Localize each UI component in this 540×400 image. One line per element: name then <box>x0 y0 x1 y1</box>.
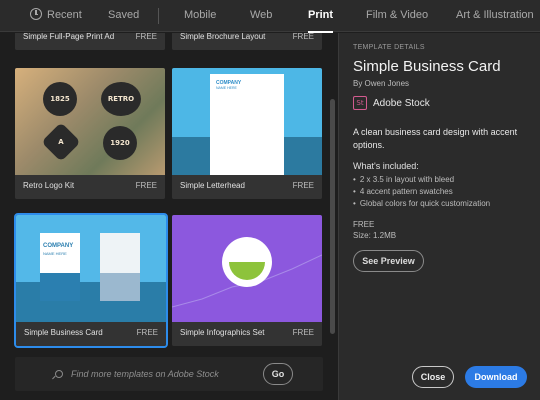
card-price: FREE <box>292 33 314 41</box>
details-author: By Owen Jones <box>353 79 410 88</box>
infographic-circle <box>222 237 272 287</box>
tab-print[interactable]: Print <box>308 0 334 33</box>
business-card-back <box>100 233 140 301</box>
business-card-front: COMPANY NAME HERE <box>40 233 80 301</box>
card-caption: Simple Letterhead FREE <box>172 175 322 199</box>
tab-recent[interactable]: Recent <box>30 0 82 32</box>
infographic-fill <box>229 262 265 280</box>
close-button[interactable]: Close <box>412 366 454 388</box>
logo-badge-text: RETRO <box>107 95 135 103</box>
thumb-band <box>16 282 166 322</box>
adobe-stock-logo-text: St <box>356 99 364 107</box>
thumb-subheading: NAME HERE <box>43 251 67 256</box>
details-included-list: 2 x 3.5 in layout with bleed 4 accent pa… <box>353 174 490 210</box>
tab-web[interactable]: Web <box>250 0 272 32</box>
scroll-thumb[interactable] <box>330 99 335 334</box>
card-caption: Simple Brochure Layout FREE <box>172 33 322 50</box>
card-price: FREE <box>292 181 314 190</box>
details-title: Simple Business Card <box>353 58 501 75</box>
logo-badge-text: A <box>58 138 64 146</box>
template-card-print-ad[interactable]: Simple Full-Page Print Ad FREE <box>15 33 165 50</box>
tab-saved-label: Saved <box>108 9 140 21</box>
search-icon <box>55 370 63 378</box>
details-included-title: What's included: <box>353 161 419 171</box>
list-item: 4 accent pattern swatches <box>353 186 490 198</box>
category-tab-bar: Recent Saved Mobile Web Print Film & Vid… <box>0 0 540 33</box>
tab-mobile-label: Mobile <box>184 9 217 21</box>
card-price: FREE <box>135 33 157 41</box>
clock-icon <box>30 8 42 20</box>
thumb-heading: COMPANY <box>43 243 74 249</box>
tab-art-illustration[interactable]: Art & Illustration <box>456 0 534 32</box>
list-item: Global colors for quick customization <box>353 198 490 210</box>
card-price: FREE <box>292 328 314 337</box>
tab-saved[interactable]: Saved <box>108 0 139 32</box>
logo-badge: A <box>41 122 81 162</box>
card-title: Simple Infographics Set <box>180 328 265 337</box>
go-button[interactable]: Go <box>263 363 293 385</box>
business-card-stripe <box>40 273 80 301</box>
card-price: FREE <box>136 328 158 337</box>
details-price: FREE <box>353 220 375 229</box>
tab-divider <box>158 8 159 24</box>
logo-badge: 1920 <box>103 126 137 160</box>
letterhead-paper: COMPANY NAME HERE <box>210 74 284 175</box>
template-thumbnail: COMPANY NAME HERE <box>172 68 322 175</box>
tab-film-video-label: Film & Video <box>366 9 429 21</box>
see-preview-button[interactable]: See Preview <box>353 250 424 272</box>
details-size: Size: 1.2MB <box>353 231 397 240</box>
template-thumbnail <box>172 215 322 322</box>
grid-scrollbar[interactable] <box>328 33 338 400</box>
card-price: FREE <box>135 181 157 190</box>
card-caption: Simple Full-Page Print Ad FREE <box>15 33 165 50</box>
template-grid: Simple Full-Page Print Ad FREE Simple Br… <box>0 33 338 400</box>
logo-badge-text: 1825 <box>50 95 70 103</box>
details-description: A clean business card design with accent… <box>353 127 518 150</box>
adobe-stock-icon: St <box>353 96 367 110</box>
template-thumbnail: COMPANY NAME HERE <box>16 215 166 322</box>
template-card-infographics[interactable]: Simple Infographics Set FREE <box>172 215 322 346</box>
list-item: 2 x 3.5 in layout with bleed <box>353 174 490 186</box>
template-card-retro-logo-kit[interactable]: 1825 RETRO A 1920 Retro Logo Kit FREE <box>15 68 165 199</box>
tab-print-label: Print <box>308 9 334 21</box>
download-button[interactable]: Download <box>465 366 527 388</box>
template-card-business-card[interactable]: COMPANY NAME HERE Simple Business Card F… <box>14 213 168 348</box>
card-title: Simple Letterhead <box>180 181 245 190</box>
template-thumbnail: 1825 RETRO A 1920 <box>15 68 165 175</box>
search-input[interactable] <box>71 365 246 383</box>
tab-mobile[interactable]: Mobile <box>184 0 216 32</box>
details-stock-name: Adobe Stock <box>373 98 430 109</box>
template-card-brochure[interactable]: Simple Brochure Layout FREE <box>172 33 322 50</box>
tab-art-illustration-label: Art & Illustration <box>456 9 534 21</box>
details-section-label: TEMPLATE DETAILS <box>353 44 425 51</box>
tab-recent-label: Recent <box>47 9 82 21</box>
logo-badge: RETRO <box>101 82 141 116</box>
tab-film-video[interactable]: Film & Video <box>366 0 428 32</box>
card-title: Simple Full-Page Print Ad <box>23 33 115 41</box>
thumb-subheading: NAME HERE <box>216 86 237 90</box>
stock-search-bar: Go <box>15 357 323 391</box>
logo-badge: 1825 <box>43 82 77 116</box>
business-card-stripe <box>100 273 140 301</box>
card-caption: Simple Business Card FREE <box>16 322 166 346</box>
card-caption: Simple Infographics Set FREE <box>172 322 322 346</box>
card-title: Retro Logo Kit <box>23 181 75 190</box>
logo-badge-text: 1920 <box>110 139 130 147</box>
card-caption: Retro Logo Kit FREE <box>15 175 165 199</box>
template-card-letterhead[interactable]: COMPANY NAME HERE Simple Letterhead FREE <box>172 68 322 199</box>
template-details-panel: TEMPLATE DETAILS Simple Business Card By… <box>338 33 540 400</box>
tab-web-label: Web <box>250 9 273 21</box>
card-title: Simple Business Card <box>24 328 103 337</box>
card-title: Simple Brochure Layout <box>180 33 266 41</box>
